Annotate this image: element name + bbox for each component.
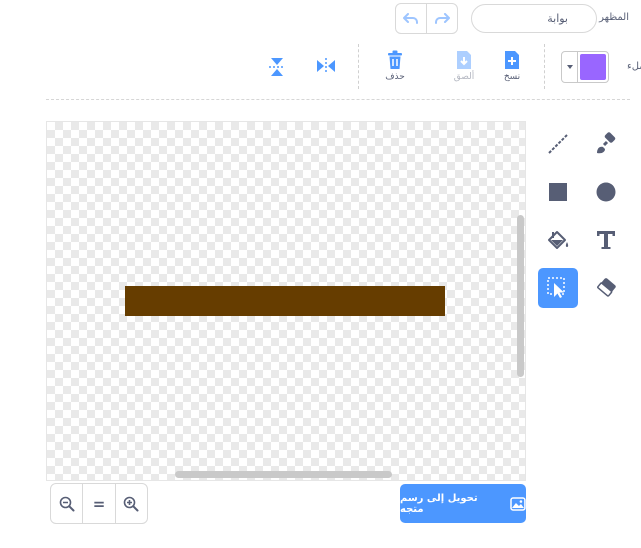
delete-button[interactable]: حذف [383, 50, 407, 82]
rectangle-icon [549, 183, 567, 201]
flip-horizontal-button[interactable] [315, 57, 337, 79]
eraser-icon [597, 278, 616, 297]
delete-label: حذف [385, 72, 405, 82]
fill-color-swatch[interactable] [580, 54, 606, 80]
convert-to-vector-button[interactable]: تحويل إلى رسم متجه [400, 484, 526, 523]
paste-label: ألصق [453, 72, 475, 82]
flip-horizontal-icon [317, 58, 335, 74]
canvas-rectangle-shape[interactable] [125, 286, 445, 316]
convert-label: تحويل إلى رسم متجه [400, 492, 478, 515]
undo-redo-group [395, 3, 458, 34]
vertical-scrollbar[interactable] [517, 215, 524, 377]
costume-name-input[interactable] [471, 4, 597, 33]
image-icon [510, 496, 526, 511]
zoom-in-button[interactable] [114, 484, 147, 523]
brush-tool[interactable] [586, 124, 626, 164]
brush-icon [597, 132, 616, 154]
copy-icon [505, 51, 519, 69]
copy-button[interactable]: نسخ [500, 50, 524, 82]
undo-icon [403, 12, 418, 24]
flip-vertical-button[interactable] [268, 56, 286, 82]
undo-button[interactable] [396, 4, 426, 33]
circle-icon [596, 182, 616, 202]
line-tool-icon [548, 134, 568, 154]
redo-icon [435, 12, 450, 24]
select-tool[interactable] [538, 268, 578, 308]
paste-icon [457, 51, 471, 69]
text-icon [597, 231, 615, 249]
eraser-tool[interactable] [586, 268, 626, 308]
zoom-out-icon [59, 496, 75, 511]
toolbar-separator [46, 99, 630, 100]
dropdown-caret-icon[interactable] [562, 52, 578, 82]
rectangle-tool[interactable] [538, 172, 578, 212]
fill-color-picker[interactable] [561, 51, 609, 83]
redo-button[interactable] [426, 4, 457, 33]
zoom-reset-button[interactable]: = [82, 484, 114, 523]
copy-label: نسخ [503, 72, 521, 82]
horizontal-scrollbar[interactable] [175, 471, 392, 478]
fill-tool[interactable] [538, 220, 578, 260]
toolbar-divider [358, 44, 360, 89]
line-tool[interactable] [538, 124, 578, 164]
zoom-controls: = [50, 483, 148, 524]
circle-tool[interactable] [586, 172, 626, 212]
paint-bucket-icon [548, 231, 569, 249]
zoom-in-icon [124, 496, 139, 511]
toolbar-divider [544, 44, 546, 89]
trash-icon [388, 50, 402, 69]
text-tool[interactable] [586, 220, 626, 260]
costume-label: المظهر [599, 12, 629, 23]
zoom-reset-label: = [92, 494, 106, 513]
fill-label: ملء [627, 61, 641, 72]
select-cursor-icon [547, 277, 565, 298]
flip-vertical-icon [269, 58, 285, 76]
zoom-out-button[interactable] [51, 484, 82, 523]
paste-button[interactable]: ألصق [452, 50, 476, 82]
